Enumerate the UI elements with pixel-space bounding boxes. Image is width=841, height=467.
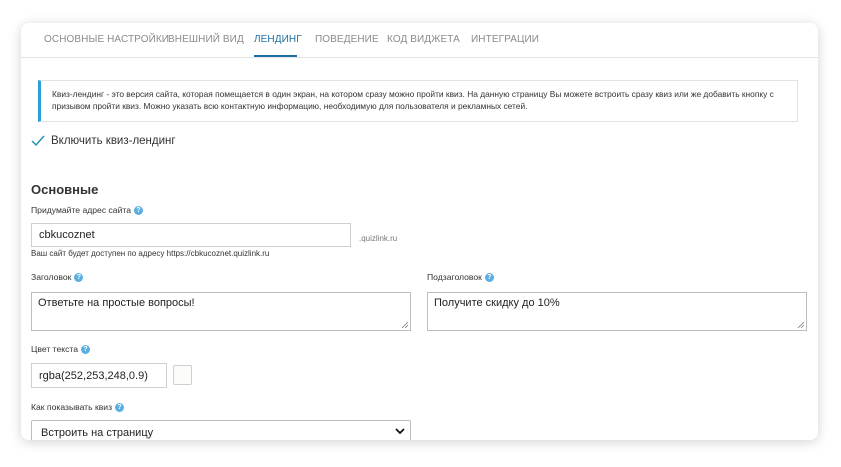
info-box: Квиз-лендинг - это версия сайта, которая… <box>38 80 798 122</box>
show-mode-select[interactable]: Встроить на страницу <box>31 420 411 440</box>
resize-grip-icon[interactable] <box>401 321 409 329</box>
question-circle-icon[interactable]: ? <box>81 345 91 355</box>
subheadline-textarea[interactable]: Получите скидку до 10% <box>427 292 807 331</box>
settings-card: ОСНОВНЫЕ НАСТРОЙКИ ВНЕШНИЙ ВИД ЛЕНДИНГ П… <box>21 23 818 440</box>
text-color-input[interactable] <box>31 363 167 388</box>
question-circle-icon[interactable]: ? <box>115 403 125 413</box>
tab-bar: ОСНОВНЫЕ НАСТРОЙКИ ВНЕШНИЙ ВИД ЛЕНДИНГ П… <box>21 23 818 58</box>
address-label: Придумайте адрес сайта? <box>31 205 143 216</box>
tab-behavior[interactable]: ПОВЕДЕНИЕ <box>315 34 379 45</box>
color-swatch[interactable] <box>173 365 192 385</box>
tab-appearance[interactable]: ВНЕШНИЙ ВИД <box>168 34 244 45</box>
address-hint: Ваш сайт будет доступен по адресу https:… <box>31 249 270 258</box>
domain-suffix: .quizlink.ru <box>359 234 398 243</box>
tab-landing[interactable]: ЛЕНДИНГ <box>254 34 302 45</box>
text-color-label: Цвет текста? <box>31 344 91 355</box>
enable-landing-label: Включить квиз-лендинг <box>51 135 176 147</box>
show-mode-label: Как показывать квиз? <box>31 402 125 413</box>
section-title: Основные <box>31 182 99 197</box>
chevron-down-icon <box>395 428 405 435</box>
subheadline-value: Получите скидку до 10% <box>434 297 560 309</box>
check-icon <box>31 135 45 147</box>
headline-textarea[interactable]: Ответьте на простые вопросы! <box>31 292 411 331</box>
question-circle-icon[interactable]: ? <box>134 206 143 216</box>
tab-widget-code[interactable]: КОД ВИДЖЕТА <box>387 34 460 45</box>
headline-label: Заголовок? <box>31 272 84 283</box>
headline-value: Ответьте на простые вопросы! <box>38 297 195 309</box>
info-text: Квиз-лендинг - это версия сайта, которая… <box>52 89 774 111</box>
tab-main-settings[interactable]: ОСНОВНЫЕ НАСТРОЙКИ <box>44 34 169 45</box>
active-tab-indicator <box>254 55 297 57</box>
show-mode-value: Встроить на страницу <box>41 427 154 439</box>
address-input[interactable] <box>31 223 351 247</box>
question-circle-icon[interactable]: ? <box>484 273 494 283</box>
tab-integrations[interactable]: ИНТЕГРАЦИИ <box>471 34 539 45</box>
question-circle-icon[interactable]: ? <box>74 273 84 283</box>
resize-grip-icon[interactable] <box>797 321 805 329</box>
subheadline-label: Подзаголовок? <box>427 272 494 283</box>
